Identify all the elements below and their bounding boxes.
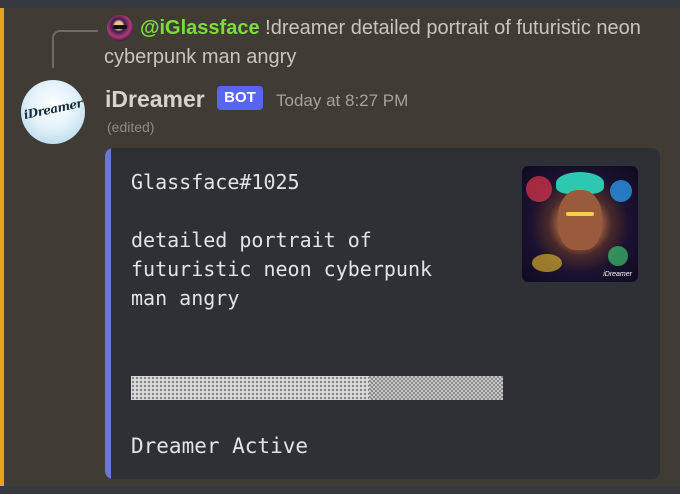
portrait-eyes bbox=[566, 212, 594, 216]
progress-bar-remaining bbox=[369, 376, 503, 400]
dreamer-status: Dreamer Active bbox=[131, 434, 309, 458]
message-timestamp[interactable]: Today at 8:27 PM bbox=[276, 90, 408, 112]
neon-light-red bbox=[526, 176, 552, 202]
neon-light-blue bbox=[610, 180, 632, 202]
mention-highlight-bar bbox=[0, 8, 4, 486]
progress-bar-fill bbox=[131, 376, 370, 400]
neon-light-green bbox=[608, 246, 628, 266]
progress-bar bbox=[131, 376, 503, 400]
message-embed: Glassface#1025 detailed portrait of futu… bbox=[105, 148, 660, 479]
bot-avatar[interactable]: iDreamer bbox=[21, 80, 85, 144]
reply-mention[interactable]: @iGlassface bbox=[140, 17, 260, 39]
reply-connector-line bbox=[52, 30, 98, 68]
embed-description: Glassface#1025 detailed portrait of futu… bbox=[131, 170, 433, 310]
neon-light-yellow bbox=[532, 254, 562, 272]
portrait-face bbox=[558, 190, 602, 250]
embed-accent-bar bbox=[105, 148, 111, 479]
bot-badge: BOT bbox=[217, 86, 263, 110]
top-divider bbox=[0, 0, 680, 8]
edited-label: (edited) bbox=[107, 119, 155, 135]
bottom-divider bbox=[0, 486, 680, 494]
avatar-logo: iDreamer bbox=[22, 95, 84, 123]
thumbnail-watermark: iDreamer bbox=[603, 271, 632, 278]
embed-thumbnail-image[interactable]: iDreamer bbox=[522, 166, 638, 282]
reply-preview[interactable]: @iGlassface !dreamer detailed portrait o… bbox=[104, 14, 664, 72]
username[interactable]: iDreamer bbox=[105, 84, 205, 114]
